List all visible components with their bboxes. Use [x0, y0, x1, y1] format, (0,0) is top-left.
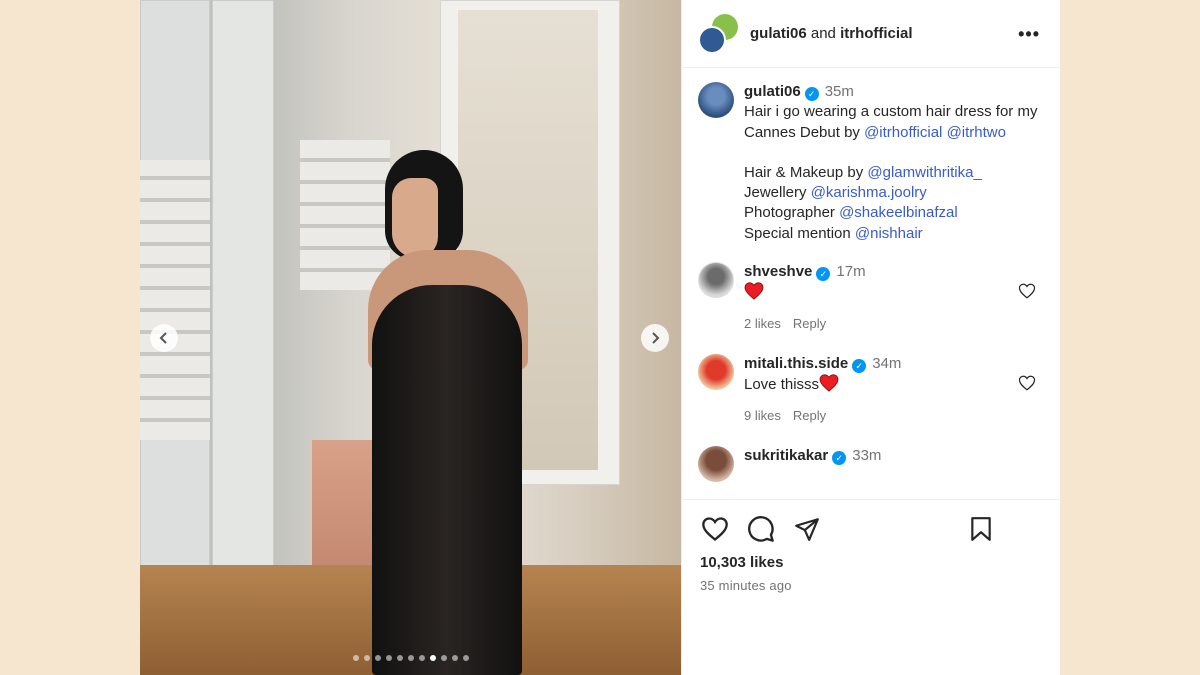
- like-button[interactable]: [700, 514, 730, 544]
- comment: shveshve ✓ 17m 2 likes Reply: [698, 262, 1044, 334]
- next-image-button[interactable]: [641, 324, 669, 352]
- comment-time: 17m: [836, 263, 866, 281]
- carousel-dot: [462, 655, 469, 661]
- reply-button[interactable]: Reply: [793, 316, 826, 331]
- chevron-left-icon: [159, 332, 167, 344]
- comment-button[interactable]: [746, 514, 776, 544]
- comment-username[interactable]: sukritikakar: [744, 447, 828, 464]
- model-dress: [372, 285, 522, 675]
- comment: sukritikakar ✓ 33m: [698, 445, 1044, 482]
- credit-label: Jewellery: [744, 184, 807, 202]
- avatar[interactable]: [698, 353, 734, 390]
- carousel-dot: [363, 655, 370, 661]
- comment-username[interactable]: mitali.this.side: [744, 355, 848, 372]
- post-modal: gulati06 and itrhofficial ••• gulati06 ✓ 3…: [140, 0, 1060, 675]
- carousel-dot: [407, 655, 414, 661]
- carousel-indicator: [140, 655, 681, 661]
- post-authors: gulati06 and itrhofficial: [750, 25, 913, 42]
- caption-username[interactable]: gulati06: [744, 83, 801, 100]
- like-comment-heart-icon[interactable]: [1018, 374, 1036, 392]
- comment-time: 33m: [852, 446, 882, 464]
- carousel-dot: [440, 655, 447, 661]
- caption-text: Hair i go wearing a custom hair dress fo…: [744, 102, 1044, 143]
- building-left: [140, 160, 210, 440]
- avatar: [698, 25, 726, 54]
- carousel-dot: [418, 655, 425, 661]
- comment-text: [744, 282, 1044, 303]
- avatar[interactable]: [698, 445, 734, 482]
- comment-likes[interactable]: 2 likes: [744, 316, 781, 331]
- credit-label: Photographer: [744, 204, 835, 222]
- red-heart-icon: [744, 282, 764, 301]
- verified-badge-icon: ✓: [816, 267, 831, 282]
- verified-badge-icon: ✓: [832, 450, 847, 465]
- red-heart-icon: [819, 374, 839, 392]
- comment-time: 34m: [872, 354, 902, 372]
- carousel-dot: [385, 655, 392, 661]
- comment-bubble-icon: [748, 516, 774, 542]
- more-horizontal-icon[interactable]: •••: [1018, 24, 1040, 45]
- chevron-right-icon: [652, 332, 660, 344]
- comment-meta: 9 likes Reply: [744, 406, 1044, 426]
- comment-body: Love thisss: [744, 376, 820, 394]
- send-icon: [795, 518, 819, 541]
- comment-likes[interactable]: 9 likes: [744, 408, 781, 423]
- share-button[interactable]: [792, 514, 822, 544]
- mention-link[interactable]: @itrhtwo: [947, 124, 1006, 141]
- previous-image-button[interactable]: [150, 324, 178, 352]
- carousel-dot: [451, 655, 458, 661]
- likes-count[interactable]: 10,303 likes: [700, 554, 1044, 571]
- comments-section: gulati06 ✓ 35m Hair i go wearing a custom …: [682, 68, 1060, 499]
- like-comment-heart-icon[interactable]: [1018, 282, 1036, 300]
- heart-icon: [702, 517, 728, 541]
- verified-badge-icon: ✓: [804, 87, 819, 101]
- building-center: [300, 140, 390, 290]
- verified-badge-icon: ✓: [852, 358, 867, 373]
- mention-link[interactable]: @itrhofficial: [864, 124, 942, 141]
- post-sidebar: gulati06 and itrhofficial ••• gulati06 ✓ 3…: [681, 0, 1060, 675]
- mention-link[interactable]: @nishhair: [855, 225, 923, 242]
- avatar[interactable]: [698, 82, 734, 118]
- collab-avatars[interactable]: [698, 13, 738, 54]
- mention-link[interactable]: @glamwithritika_: [867, 164, 981, 181]
- credit-line: Special mention @nishhair: [744, 224, 1044, 244]
- author-username[interactable]: gulati06: [750, 25, 807, 42]
- collaborator-username[interactable]: itrhofficial: [840, 25, 913, 42]
- carousel-dot: [352, 655, 359, 661]
- author-conjunction: and: [810, 25, 836, 42]
- mention-link[interactable]: @karishma.joolry: [811, 184, 927, 201]
- post-actions: 10,303 likes 35 minutes ago: [682, 499, 1060, 675]
- bookmark-icon: [971, 517, 991, 541]
- comment: mitali.this.side ✓ 34m Love thisss 9 likes…: [698, 353, 1044, 426]
- avatar[interactable]: [698, 262, 734, 299]
- model-face: [392, 178, 438, 258]
- comment-text: Love thisss: [744, 374, 1044, 395]
- carousel-dot: [374, 655, 381, 661]
- credit-line: Jewellery @karishma.joolry: [744, 183, 1044, 203]
- caption: gulati06 ✓ 35m Hair i go wearing a custom …: [698, 82, 1044, 244]
- post-timestamp: 35 minutes ago: [700, 578, 792, 593]
- post-image: [140, 0, 681, 675]
- reply-button[interactable]: Reply: [793, 408, 826, 423]
- credit-line: Photographer @shakeelbinafzal: [744, 203, 1044, 223]
- carousel-dot: [396, 655, 403, 661]
- credit-label: Special mention: [744, 224, 851, 242]
- credit-label: Hair & Makeup by: [744, 163, 864, 181]
- mention-link[interactable]: @shakeelbinafzal: [839, 204, 958, 221]
- save-button[interactable]: [966, 514, 996, 544]
- carousel-dot: [429, 655, 436, 661]
- comment-username[interactable]: shveshve: [744, 263, 812, 280]
- caption-time: 35m: [824, 83, 854, 100]
- post-header: gulati06 and itrhofficial •••: [682, 0, 1060, 68]
- credit-line: Hair & Makeup by @glamwithritika_: [744, 163, 1044, 183]
- comment-meta: 2 likes Reply: [744, 314, 1044, 334]
